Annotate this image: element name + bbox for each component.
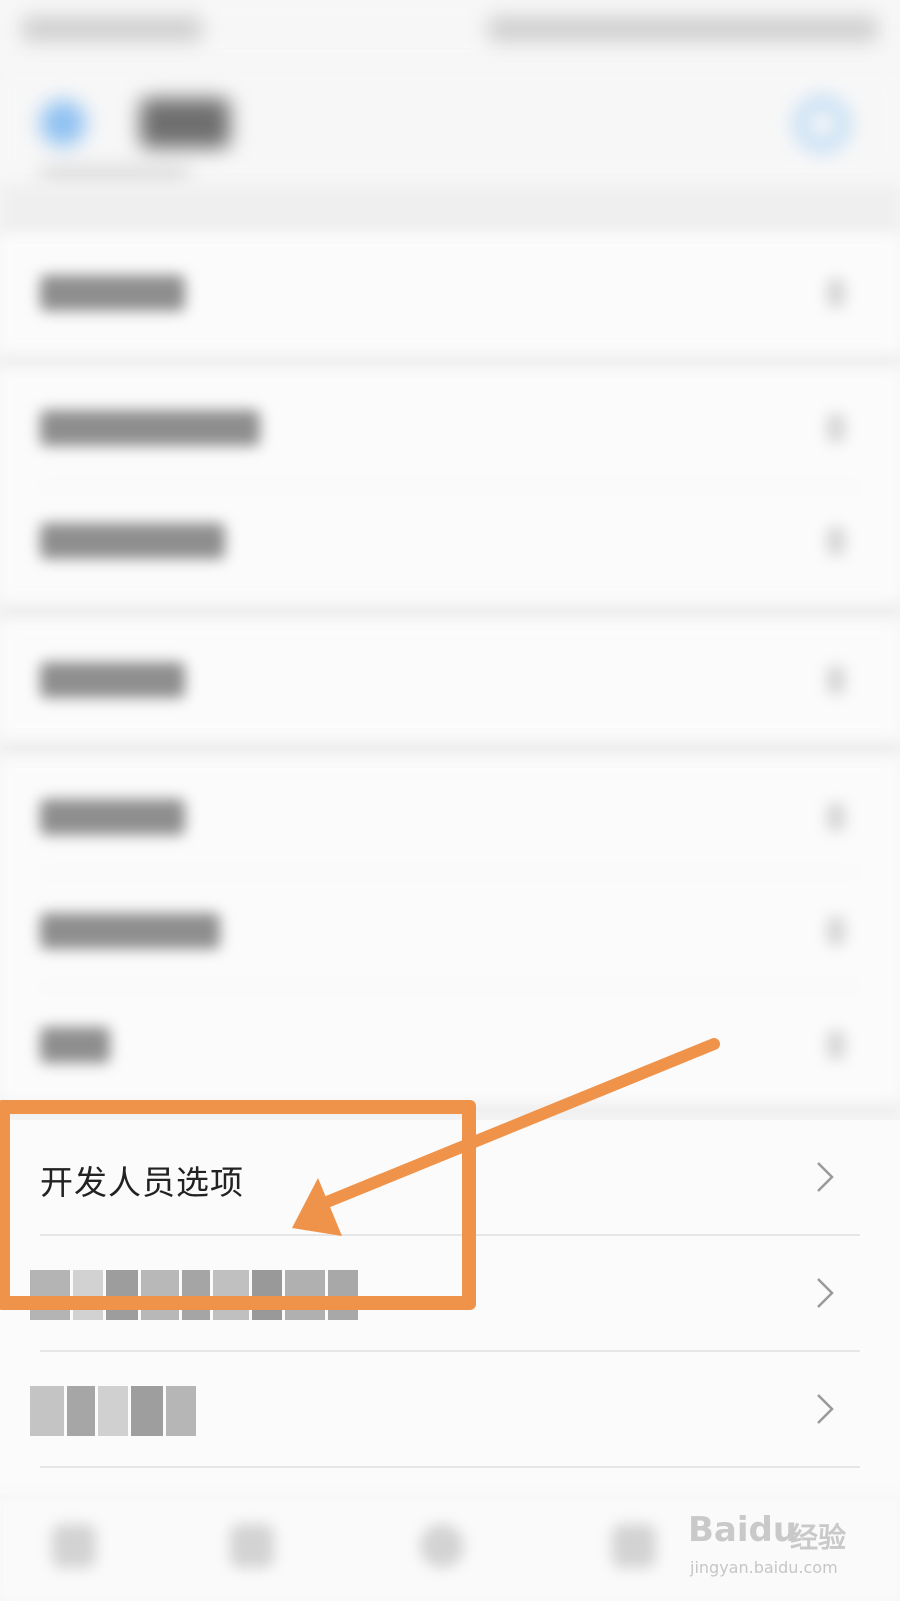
watermark-brand: 经验 [790, 1521, 847, 1554]
pointer-arrow-icon [292, 1038, 720, 1236]
watermark-logo: Baidu [688, 1510, 798, 1550]
watermark-url: jingyan.baidu.com [690, 1558, 838, 1577]
baidu-jingyan-watermark: Baidu 经验 jingyan.baidu.com [688, 1510, 888, 1590]
